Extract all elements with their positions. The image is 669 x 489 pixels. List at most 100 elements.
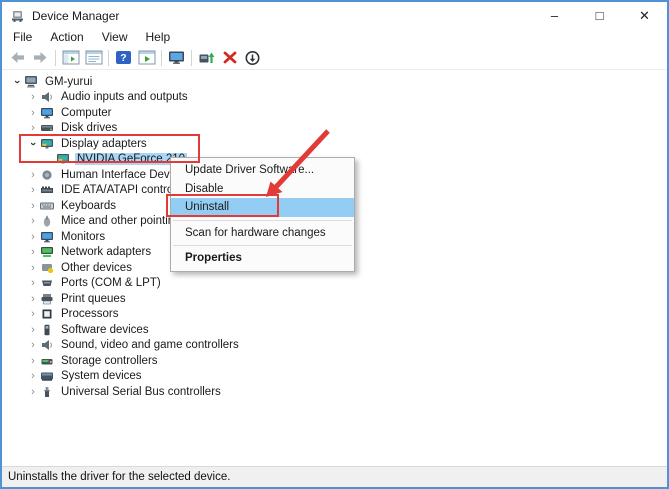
context-menu-item-uninstall[interactable]: Uninstall bbox=[171, 198, 354, 217]
chevron-collapsed-icon[interactable]: › bbox=[26, 323, 40, 337]
print-icon bbox=[40, 293, 55, 305]
hid-icon bbox=[40, 169, 55, 181]
tree-item-label: Network adapters bbox=[59, 246, 153, 258]
chevron-collapsed-icon[interactable]: › bbox=[26, 214, 40, 228]
tree-item-label: Processors bbox=[59, 308, 121, 320]
menubar-item-action[interactable]: Action bbox=[41, 29, 92, 46]
chevron-collapsed-icon[interactable]: › bbox=[26, 106, 40, 120]
tree-row-computer[interactable]: › Computer bbox=[2, 105, 667, 121]
chevron-collapsed-icon[interactable]: › bbox=[26, 90, 40, 104]
context-menu-item-scan-for-hardware-changes[interactable]: Scan for hardware changes bbox=[171, 224, 354, 243]
tree-item-label: Other devices bbox=[59, 262, 134, 274]
computer-icon[interactable] bbox=[165, 47, 188, 68]
context-menu-item-disable[interactable]: Disable bbox=[171, 180, 354, 199]
chevron-expanded-icon[interactable]: › bbox=[10, 75, 24, 89]
context-menu-item-properties[interactable]: Properties bbox=[171, 249, 354, 268]
usb-icon bbox=[40, 386, 55, 398]
tree-item-label: Display adapters bbox=[59, 138, 149, 150]
disable-icon[interactable] bbox=[241, 47, 264, 68]
menubar-item-help[interactable]: Help bbox=[137, 29, 180, 46]
ports-icon bbox=[40, 277, 55, 289]
status-bar: Uninstalls the driver for the selected d… bbox=[2, 466, 667, 487]
tree-row-processors[interactable]: › Processors bbox=[2, 307, 667, 323]
context-menu: Update Driver Software...DisableUninstal… bbox=[170, 157, 355, 272]
tree-item-label: Software devices bbox=[59, 324, 151, 336]
menubar-item-view[interactable]: View bbox=[93, 29, 137, 46]
chevron-collapsed-icon[interactable]: › bbox=[26, 121, 40, 135]
storage-icon bbox=[40, 355, 55, 367]
menu-bar: FileActionViewHelp bbox=[2, 29, 667, 46]
forward-icon[interactable] bbox=[29, 47, 52, 68]
tree-row-universal-serial-bus-controllers[interactable]: › Universal Serial Bus controllers bbox=[2, 384, 667, 400]
chevron-collapsed-icon[interactable]: › bbox=[26, 261, 40, 275]
window-controls: –□✕ bbox=[532, 2, 667, 29]
close-button[interactable]: ✕ bbox=[622, 2, 667, 29]
system-icon bbox=[40, 370, 55, 382]
update-driver-icon[interactable] bbox=[195, 47, 218, 68]
computer-icon bbox=[24, 76, 39, 88]
chevron-collapsed-icon[interactable]: › bbox=[26, 183, 40, 197]
properties-icon[interactable] bbox=[82, 47, 105, 68]
processor-icon bbox=[40, 308, 55, 320]
chevron-collapsed-icon[interactable]: › bbox=[26, 245, 40, 259]
tree-item-label: Disk drives bbox=[59, 122, 119, 134]
action-pane-icon[interactable] bbox=[135, 47, 158, 68]
keyboard-icon bbox=[40, 200, 55, 212]
minimize-button[interactable]: – bbox=[532, 2, 577, 29]
chevron-collapsed-icon[interactable]: › bbox=[26, 168, 40, 182]
tree-row-storage-controllers[interactable]: › Storage controllers bbox=[2, 353, 667, 369]
back-icon[interactable] bbox=[6, 47, 29, 68]
tree-row-ports-com-lpt[interactable]: › Ports (COM & LPT) bbox=[2, 276, 667, 292]
tree-row-gm-yurui[interactable]: › GM-yurui bbox=[2, 74, 667, 90]
chevron-collapsed-icon[interactable]: › bbox=[26, 230, 40, 244]
mouse-icon bbox=[40, 215, 55, 227]
monitor-icon bbox=[40, 231, 55, 243]
tree-item-label: Monitors bbox=[59, 231, 107, 243]
ide-icon bbox=[40, 184, 55, 196]
menubar-item-file[interactable]: File bbox=[4, 29, 41, 46]
tree-item-label: GM-yurui bbox=[43, 76, 94, 88]
context-menu-separator bbox=[173, 245, 352, 246]
tree-row-audio-inputs-and-outputs[interactable]: › Audio inputs and outputs bbox=[2, 90, 667, 106]
help-icon[interactable]: ? bbox=[112, 47, 135, 68]
tree-row-system-devices[interactable]: › System devices bbox=[2, 369, 667, 385]
toolbar-separator bbox=[108, 50, 109, 66]
network-icon bbox=[40, 246, 55, 258]
tree-item-label: System devices bbox=[59, 370, 144, 382]
tree-item-label: Computer bbox=[59, 107, 114, 119]
audio-icon bbox=[40, 339, 55, 351]
monitor-icon bbox=[40, 107, 55, 119]
tree-item-label: Print queues bbox=[59, 293, 128, 305]
toolbar-separator bbox=[55, 50, 56, 66]
tree-row-print-queues[interactable]: › Print queues bbox=[2, 291, 667, 307]
device-manager-icon bbox=[10, 8, 26, 23]
chevron-expanded-icon[interactable]: › bbox=[26, 137, 40, 151]
uninstall-icon[interactable] bbox=[218, 47, 241, 68]
tree-row-sound-video-and-game-controllers[interactable]: ›Sound, video and game controllers bbox=[2, 338, 667, 354]
display-icon bbox=[56, 153, 71, 165]
chevron-collapsed-icon[interactable]: › bbox=[26, 307, 40, 321]
title-bar: Device Manager –□✕ bbox=[2, 2, 667, 29]
tree-row-software-devices[interactable]: › Software devices bbox=[2, 322, 667, 338]
tree-row-display-adapters[interactable]: › Display adapters bbox=[2, 136, 667, 152]
tree-row-disk-drives[interactable]: › Disk drives bbox=[2, 121, 667, 137]
chevron-collapsed-icon[interactable]: › bbox=[26, 199, 40, 213]
tree-item-label: Ports (COM & LPT) bbox=[59, 277, 163, 289]
tree-item-label: Audio inputs and outputs bbox=[59, 91, 190, 103]
tree-item-label: Storage controllers bbox=[59, 355, 160, 367]
chevron-collapsed-icon[interactable]: › bbox=[26, 292, 40, 306]
context-menu-item-update-driver-software[interactable]: Update Driver Software... bbox=[171, 161, 354, 180]
chevron-collapsed-icon[interactable]: › bbox=[26, 276, 40, 290]
chevron-collapsed-icon[interactable]: › bbox=[26, 354, 40, 368]
audio-icon bbox=[40, 91, 55, 103]
chevron-collapsed-icon[interactable]: › bbox=[26, 338, 40, 352]
tree-item-label: Keyboards bbox=[59, 200, 118, 212]
console-tree-icon[interactable] bbox=[59, 47, 82, 68]
status-text: Uninstalls the driver for the selected d… bbox=[8, 471, 230, 483]
chevron-collapsed-icon[interactable]: › bbox=[26, 385, 40, 399]
tree-item-label: Universal Serial Bus controllers bbox=[59, 386, 223, 398]
maximize-button[interactable]: □ bbox=[577, 2, 622, 29]
device-manager-window: Device Manager –□✕ FileActionViewHelp ? … bbox=[0, 0, 669, 489]
chevron-collapsed-icon[interactable]: › bbox=[26, 369, 40, 383]
window-title: Device Manager bbox=[32, 9, 119, 23]
